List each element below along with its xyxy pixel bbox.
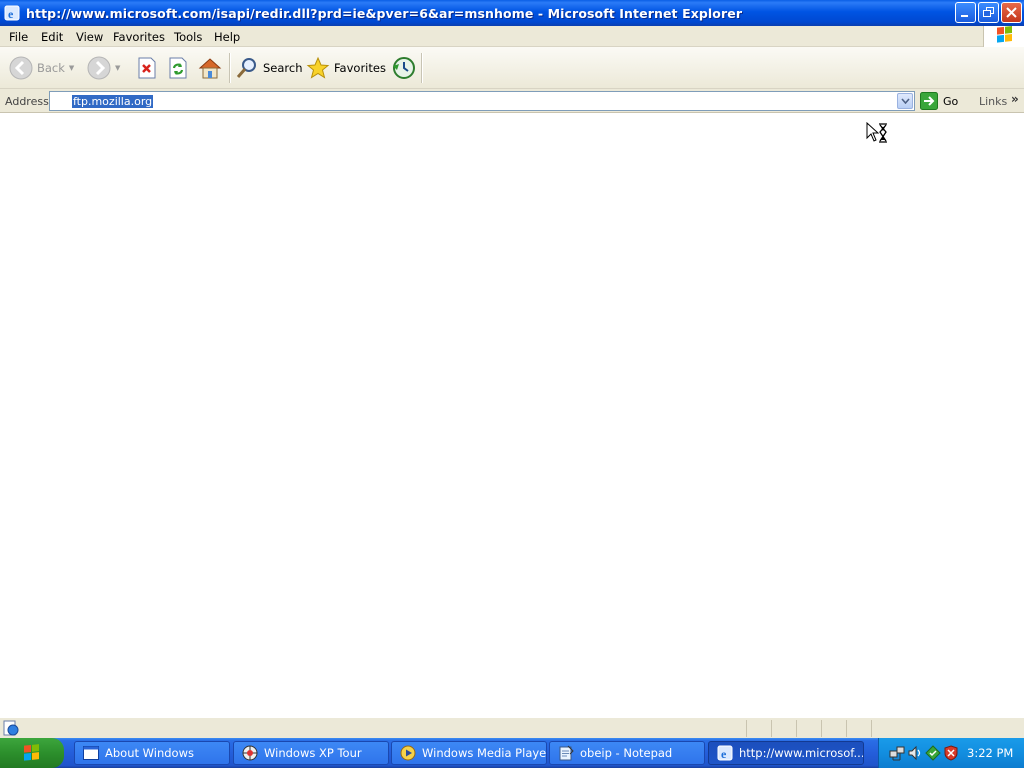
- history-icon: [393, 57, 415, 79]
- standard-toolbar: Back ▼ ▼ Search Favorites: [0, 47, 1024, 89]
- window-title: http://www.microsoft.com/isapi/redir.dll…: [26, 5, 743, 21]
- taskbar-item-media-player[interactable]: Windows Media Player: [391, 741, 547, 765]
- back-arrow-icon: [9, 56, 33, 80]
- toolbar-separator: [229, 53, 231, 83]
- menu-bar: File Edit View Favorites Tools Help: [0, 26, 1024, 47]
- taskbar-item-label: obeip - Notepad: [580, 746, 673, 760]
- back-dropdown-icon[interactable]: ▼: [69, 64, 74, 72]
- busy-cursor-icon: [866, 122, 887, 143]
- address-label: Address: [5, 95, 49, 108]
- address-input[interactable]: ftp.mozilla.org: [49, 91, 915, 111]
- taskbar-item-label: About Windows: [105, 746, 194, 760]
- start-button[interactable]: [0, 738, 64, 768]
- taskbar-item-internet-explorer[interactable]: e http://www.microsof...: [708, 741, 864, 765]
- favorites-label: Favorites: [334, 61, 386, 75]
- window-titlebar[interactable]: e http://www.microsoft.com/isapi/redir.d…: [0, 0, 1024, 26]
- search-icon: [236, 58, 256, 78]
- update-icon[interactable]: [925, 745, 941, 761]
- network-icon[interactable]: [889, 745, 905, 761]
- status-pane: [821, 720, 846, 737]
- go-arrow-icon: [920, 92, 938, 110]
- minimize-button[interactable]: [955, 2, 976, 23]
- menu-tools[interactable]: Tools: [174, 30, 202, 44]
- status-pane: [746, 720, 771, 737]
- home-button[interactable]: [198, 55, 222, 81]
- ie-icon: e: [4, 5, 20, 21]
- address-value[interactable]: ftp.mozilla.org: [72, 95, 154, 108]
- forward-arrow-icon: [87, 56, 111, 80]
- go-button[interactable]: Go: [920, 92, 958, 110]
- taskbar-item-label: http://www.microsof...: [739, 746, 864, 760]
- address-bar: Address ftp.mozilla.org Go Links »: [0, 89, 1024, 113]
- links-chevron-icon[interactable]: »: [1011, 92, 1019, 106]
- toolbar-separator-2: [421, 53, 423, 83]
- xp-tour-icon: [242, 745, 258, 761]
- address-dropdown-button[interactable]: [897, 93, 913, 109]
- windows-flag-icon: [24, 744, 39, 761]
- window-icon: [83, 746, 99, 760]
- status-pane: [846, 720, 871, 737]
- home-icon: [198, 58, 222, 79]
- menu-help[interactable]: Help: [214, 30, 240, 44]
- svg-text:e: e: [721, 747, 727, 761]
- go-label: Go: [943, 94, 959, 108]
- forward-dropdown-icon[interactable]: ▼: [115, 64, 120, 72]
- page-content[interactable]: [0, 113, 1024, 717]
- ie-icon: e: [717, 745, 733, 761]
- back-label: Back: [37, 61, 65, 75]
- chevron-down-icon: [900, 98, 910, 104]
- forward-button[interactable]: ▼: [87, 55, 120, 81]
- menu-favorites[interactable]: Favorites: [113, 30, 165, 44]
- notepad-icon: [559, 745, 574, 761]
- favorites-star-icon: [306, 56, 330, 79]
- windows-flag-icon: [997, 26, 1012, 43]
- volume-icon[interactable]: [907, 745, 923, 761]
- stop-icon: [138, 57, 156, 79]
- status-pane: [771, 720, 796, 737]
- taskbar-item-notepad[interactable]: obeip - Notepad: [549, 741, 705, 765]
- refresh-button[interactable]: [167, 55, 189, 81]
- clock[interactable]: 3:22 PM: [967, 746, 1013, 760]
- status-bar: [0, 717, 1024, 738]
- search-label: Search: [263, 61, 303, 75]
- taskbar-item-label: Windows Media Player: [422, 746, 547, 760]
- menu-file[interactable]: File: [9, 30, 28, 44]
- menu-view[interactable]: View: [76, 30, 103, 44]
- search-button[interactable]: Search: [235, 55, 303, 81]
- taskbar: About Windows Windows XP Tour Windows Me…: [0, 738, 1024, 768]
- system-tray: 3:22 PM: [878, 738, 1024, 768]
- restore-icon: [983, 7, 994, 17]
- close-icon: [1006, 7, 1017, 18]
- windows-logo: [983, 26, 1024, 47]
- page-loading-icon: [3, 720, 19, 736]
- favorites-button[interactable]: Favorites: [306, 55, 386, 81]
- taskbar-item-xp-tour[interactable]: Windows XP Tour: [233, 741, 389, 765]
- menu-edit[interactable]: Edit: [41, 30, 63, 44]
- taskbar-item-label: Windows XP Tour: [264, 746, 362, 760]
- back-button[interactable]: Back ▼: [9, 55, 74, 81]
- stop-button[interactable]: [136, 55, 158, 81]
- svg-text:e: e: [8, 7, 14, 21]
- history-button[interactable]: [391, 55, 417, 81]
- restore-button[interactable]: [978, 2, 999, 23]
- minimize-icon: [961, 15, 968, 17]
- security-shield-icon[interactable]: [943, 745, 959, 761]
- status-pane: [796, 720, 821, 737]
- taskbar-item-about-windows[interactable]: About Windows: [74, 741, 230, 765]
- refresh-icon: [169, 57, 187, 79]
- status-zone-pane: [871, 720, 1024, 737]
- links-label[interactable]: Links: [979, 95, 1007, 108]
- media-player-icon: [400, 745, 416, 761]
- close-button[interactable]: [1001, 2, 1022, 23]
